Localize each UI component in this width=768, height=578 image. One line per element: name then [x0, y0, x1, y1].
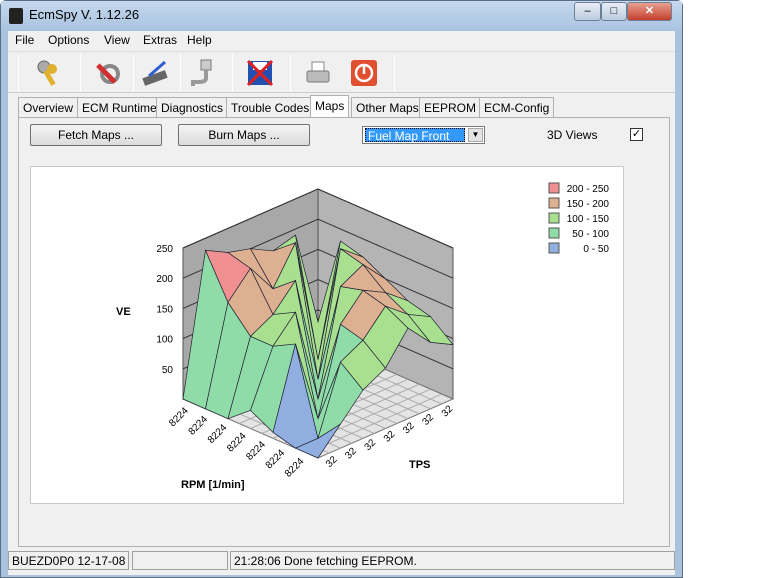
tab-eeprom[interactable]: EEPROM — [419, 97, 482, 117]
legend-label: 100 - 150 — [567, 214, 610, 225]
y-tick-label: 250 — [156, 244, 173, 255]
menu-options[interactable]: Options — [48, 33, 89, 47]
rpm-tick-label: 8224 — [264, 447, 288, 471]
legend-label: 0 - 50 — [583, 244, 609, 255]
printer-icon[interactable] — [298, 54, 338, 92]
x-axis-label: RPM [1/min] — [181, 479, 245, 491]
ve-3d-chart: 5010015020025082248224822482248224822482… — [116, 182, 610, 491]
rpm-tick-label: 8224 — [206, 422, 230, 446]
chart-area: 50 100 150 200 250 8224 8224 8224 8224 8224 8224 82… — [30, 166, 624, 504]
burn-maps-button[interactable]: Burn Maps ... — [178, 124, 310, 146]
tab-trouble-codes[interactable]: Trouble Codes — [226, 97, 315, 117]
legend-label: 200 - 250 — [567, 184, 610, 195]
y-tick-label: 150 — [156, 304, 173, 315]
map-select-value: Fuel Map Front — [365, 128, 465, 143]
y-tick-label: 200 — [156, 274, 173, 285]
legend-swatch — [548, 182, 560, 194]
tps-tick-label: 32 — [440, 403, 456, 419]
tps-tick-label: 32 — [382, 429, 398, 445]
y-axis-label: VE — [116, 306, 131, 318]
menu-extras[interactable]: Extras — [143, 33, 177, 47]
menu-bar: File Options View Extras Help — [8, 31, 675, 50]
menu-help[interactable]: Help — [187, 33, 212, 47]
tps-tick-label: 32 — [420, 412, 436, 428]
tps-tick-label: 32 — [363, 437, 379, 453]
tab-diagnostics[interactable]: Diagnostics — [156, 97, 229, 117]
status-ecu: BUEZD0P0 12-17-08 — [8, 551, 129, 570]
3d-views-label: 3D Views — [547, 128, 598, 142]
menu-view[interactable]: View — [104, 33, 130, 47]
serial-cable-icon[interactable] — [182, 54, 222, 92]
chevron-down-icon[interactable]: ▼ — [468, 128, 483, 142]
3d-views-checkbox[interactable]: ✓ — [630, 128, 643, 141]
y-tick-label: 50 — [162, 365, 174, 376]
fetch-maps-button[interactable]: Fetch Maps ... — [30, 124, 162, 146]
status-message: 21:28:06 Done fetching EEPROM. — [230, 551, 675, 570]
rpm-tick-label: 8224 — [244, 439, 268, 463]
chip-program-icon[interactable] — [135, 54, 175, 92]
status-middle — [132, 551, 228, 570]
menu-file[interactable]: File — [15, 33, 34, 47]
power-icon[interactable] — [344, 54, 384, 92]
y-tick-label: 100 — [156, 335, 173, 346]
settings-tools-icon[interactable] — [86, 54, 126, 92]
legend-swatch — [548, 242, 560, 254]
legend-label: 50 - 100 — [572, 229, 609, 240]
tab-maps[interactable]: Maps — [310, 95, 350, 117]
status-bar: BUEZD0P0 12-17-08 21:28:06 Done fetching… — [8, 549, 675, 571]
tab-overview[interactable]: Overview — [18, 97, 79, 117]
tab-ecm-config[interactable]: ECM-Config — [479, 97, 555, 117]
legend-label: 150 - 200 — [567, 199, 610, 210]
z-axis-label: TPS — [409, 459, 430, 471]
no-save-icon[interactable] — [240, 54, 280, 92]
keys-icon[interactable] — [28, 54, 68, 92]
window-title: EcmSpy V. 1.12.26 — [29, 7, 140, 22]
rpm-tick-label: 8224 — [283, 456, 307, 480]
tab-other-maps[interactable]: Other Maps — [351, 97, 424, 117]
close-button[interactable]: ✕ — [627, 2, 672, 21]
legend-swatch — [548, 197, 560, 209]
toolbar — [8, 51, 675, 93]
maximize-button[interactable]: □ — [601, 2, 627, 21]
title-bar[interactable]: EcmSpy V. 1.12.26 – □ ✕ — [1, 1, 682, 31]
tps-tick-label: 32 — [324, 454, 340, 470]
tps-tick-label: 32 — [343, 446, 359, 462]
map-select[interactable]: Fuel Map Front ▼ — [362, 126, 485, 144]
rpm-tick-label: 8224 — [187, 414, 211, 438]
rpm-tick-label: 8224 — [167, 405, 191, 429]
rpm-tick-label: 8224 — [225, 431, 249, 455]
tps-tick-label: 32 — [401, 420, 417, 436]
legend-swatch — [548, 212, 560, 224]
legend-swatch — [548, 227, 560, 239]
minimize-button[interactable]: – — [574, 2, 601, 21]
tab-ecm-runtime[interactable]: ECM Runtime — [77, 97, 162, 117]
app-icon — [9, 8, 23, 24]
